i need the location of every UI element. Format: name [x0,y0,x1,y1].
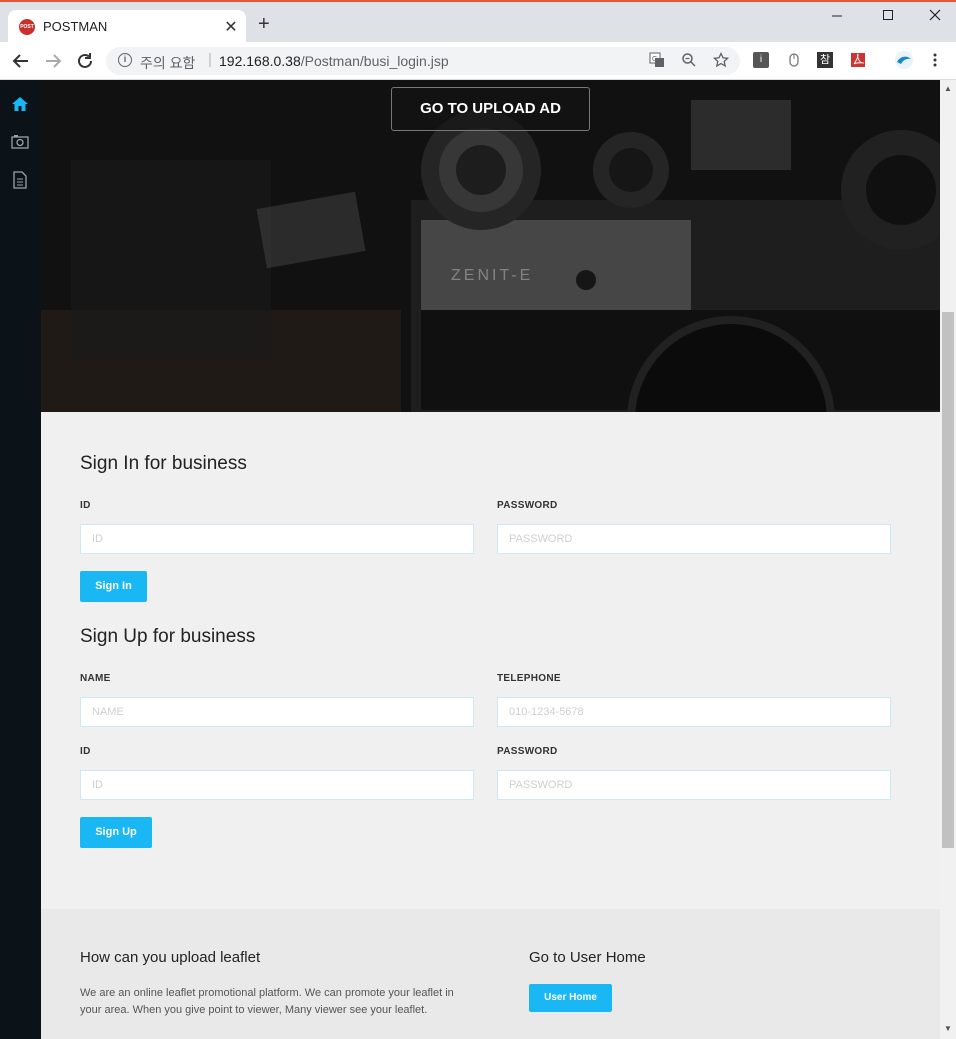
footer-description: We are an online leaflet promotional pla… [80,987,454,1016]
browser-tab[interactable]: POST POSTMAN ✕ [8,10,246,44]
url-text[interactable]: 192.168.0.38/Postman/busi_login.jsp [219,53,449,69]
sign-up-name-input[interactable] [80,697,474,727]
sign-up-name-label: NAME [80,673,111,684]
postman-favicon-icon: POST [19,19,35,35]
reload-icon[interactable] [74,50,96,72]
pdf-icon[interactable] [850,52,866,68]
forward-arrow-icon[interactable] [42,50,64,72]
sign-in-password-input[interactable] [497,524,891,554]
sign-in-button[interactable]: Sign In [80,571,147,602]
maximize-icon[interactable] [877,8,899,28]
profile-avatar-icon[interactable] [894,50,914,70]
sign-in-password-label: PASSWORD [497,500,558,511]
sign-in-id-input[interactable] [80,524,474,554]
sign-in-id-label: ID [80,500,91,511]
back-arrow-icon[interactable] [10,50,32,72]
close-tab-icon[interactable]: ✕ [223,17,239,36]
url-host: 192.168.0.38 [219,53,301,69]
footer: How can you upload leaflet We are an onl… [41,909,940,1039]
vertical-scrollbar[interactable]: ▲ ▼ [940,80,956,1039]
sign-up-title: Sign Up for business [80,626,256,647]
scroll-thumb[interactable] [942,312,954,848]
tab-title: POSTMAN [43,19,108,34]
camera-icon[interactable] [11,133,29,151]
main-content: ZENIT-E GO TO UPLOAD AD Sign In for busi… [41,80,940,1039]
translate-icon[interactable]: G [648,52,666,70]
sign-in-title: Sign In for business [80,453,247,474]
sign-up-button[interactable]: Sign Up [80,817,152,848]
hero-banner: ZENIT-E GO TO UPLOAD AD [41,80,940,412]
upload-ad-button[interactable]: GO TO UPLOAD AD [391,87,590,131]
url-separator: | [208,51,212,68]
url-path: /Postman/busi_login.jsp [300,53,449,69]
sign-up-id-input[interactable] [80,770,474,800]
footer-right-title: Go to User Home [529,949,646,966]
sidebar [0,80,41,1039]
sign-up-password-label: PASSWORD [497,746,558,757]
footer-left-title: How can you upload leaflet [80,949,261,966]
menu-kebab-icon[interactable] [927,52,943,68]
scroll-down-arrow-icon[interactable]: ▼ [944,1024,952,1033]
bookmark-star-icon[interactable] [712,51,730,70]
mouse-extension-icon[interactable] [786,52,802,68]
sign-up-telephone-input[interactable] [497,697,891,727]
new-tab-button[interactable]: + [258,14,270,34]
sign-up-id-label: ID [80,746,91,757]
zoom-icon[interactable] [680,52,698,70]
home-icon[interactable] [11,95,29,113]
tab-strip: POST POSTMAN ✕ + [0,0,956,44]
close-window-icon[interactable] [924,8,946,28]
document-icon[interactable] [11,171,29,189]
security-warning[interactable]: 주의 요함 [140,53,195,73]
svg-text:G: G [652,56,657,63]
sign-up-telephone-label: TELEPHONE [497,673,561,684]
user-home-button[interactable]: User Home [529,984,612,1012]
extension-info-icon[interactable]: i [753,52,769,68]
scroll-up-arrow-icon[interactable]: ▲ [944,84,952,93]
info-icon[interactable]: i [118,53,132,67]
browser-toolbar: i 주의 요함 | 192.168.0.38/Postman/busi_logi… [0,42,956,80]
korean-dictionary-icon[interactable]: 참 [817,52,833,68]
sign-up-password-input[interactable] [497,770,891,800]
minimize-icon[interactable] [826,8,848,28]
address-bar[interactable]: i 주의 요함 | 192.168.0.38/Postman/busi_logi… [106,47,740,75]
